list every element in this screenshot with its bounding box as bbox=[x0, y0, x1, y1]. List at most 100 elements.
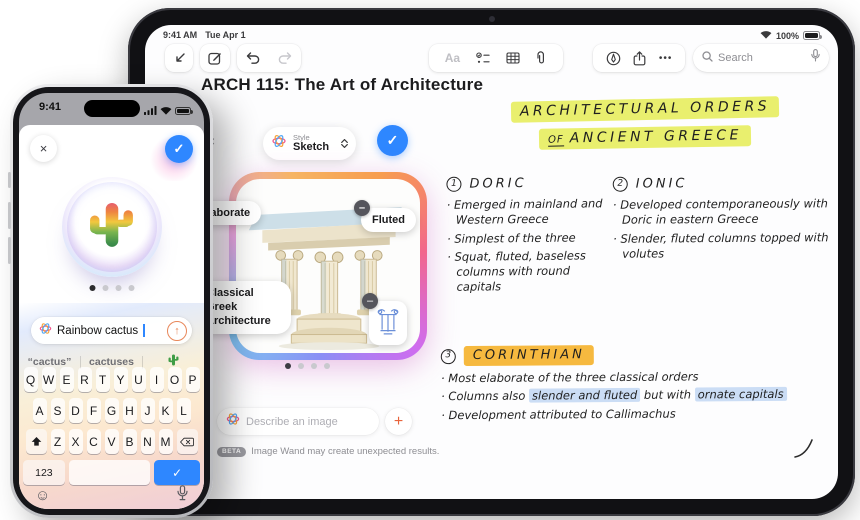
ionic-bullet: · Developed contemporaneously with Doric… bbox=[613, 196, 833, 228]
add-suggestion-button[interactable]: + bbox=[385, 408, 412, 435]
blue-highlight: slender and fluted bbox=[529, 388, 640, 403]
wand-confirm-button[interactable]: ✓ bbox=[377, 125, 408, 156]
corinthian-section: 3 CORINTHIAN · Most elaborate of the thr… bbox=[441, 344, 794, 426]
iphone-device: 9:41 × ✓ bbox=[10, 84, 213, 518]
note-title: ARCH 115: The Art of Architecture bbox=[201, 75, 483, 95]
generated-emoji-bubble bbox=[62, 177, 162, 277]
search-icon bbox=[702, 49, 713, 67]
shift-key[interactable] bbox=[26, 429, 47, 454]
style-value: Sketch bbox=[293, 142, 329, 154]
image-playground-sheet: × ✓ bbox=[19, 125, 204, 509]
playground-prompt-input[interactable]: Rainbow cactus ↑ bbox=[31, 317, 192, 344]
key-y[interactable]: Y bbox=[114, 367, 128, 392]
image-playground-icon bbox=[39, 322, 52, 340]
space-key[interactable] bbox=[69, 460, 151, 485]
corinthian-bullet: · Development attributed to Callimachus bbox=[441, 405, 793, 423]
compose-button[interactable] bbox=[200, 44, 230, 72]
submit-prompt-button[interactable]: ↑ bbox=[167, 321, 187, 341]
table-icon[interactable] bbox=[506, 52, 520, 64]
key-f[interactable]: F bbox=[87, 398, 101, 423]
key-c[interactable]: C bbox=[87, 429, 101, 454]
key-j[interactable]: J bbox=[141, 398, 155, 423]
key-m[interactable]: M bbox=[159, 429, 173, 454]
style-selector[interactable]: Style Sketch bbox=[263, 127, 356, 160]
format-toolbar-group: Aa bbox=[429, 44, 563, 72]
key-i[interactable]: I bbox=[150, 367, 164, 392]
heading-of: of bbox=[548, 134, 564, 146]
key-b[interactable]: B bbox=[123, 429, 137, 454]
redo-icon[interactable] bbox=[278, 52, 292, 64]
more-icon[interactable]: ••• bbox=[659, 53, 673, 64]
key-u[interactable]: U bbox=[132, 367, 146, 392]
tools-toolbar-group: ••• bbox=[593, 44, 685, 72]
tag-fluted[interactable]: – Fluted bbox=[361, 208, 416, 232]
ipad-device: 9:41 AM Tue Apr 1 100% bbox=[128, 8, 855, 516]
wifi-icon bbox=[760, 30, 772, 41]
key-e[interactable]: E bbox=[60, 367, 74, 392]
minimize-note-button[interactable] bbox=[165, 44, 193, 72]
key-h[interactable]: H bbox=[123, 398, 137, 423]
emoji-keyboard-icon[interactable]: ☺ bbox=[35, 487, 50, 504]
remove-tag-icon[interactable]: – bbox=[362, 293, 378, 309]
format-text-button[interactable]: Aa bbox=[445, 51, 460, 65]
search-input[interactable]: Search bbox=[693, 44, 829, 72]
mic-icon[interactable] bbox=[177, 485, 188, 505]
key-z[interactable]: Z bbox=[51, 429, 65, 454]
attachment-icon[interactable] bbox=[535, 51, 547, 65]
page-curl-icon[interactable] bbox=[793, 437, 815, 464]
dictation-icon[interactable] bbox=[811, 49, 820, 67]
keyboard-row-1: Q W E R T Y U I O P bbox=[23, 367, 200, 392]
share-icon[interactable] bbox=[633, 51, 646, 66]
beta-text: Image Wand may create unexpected results… bbox=[251, 446, 439, 457]
keyboard-footer: ☺ bbox=[35, 485, 188, 505]
ipad-date: Tue Apr 1 bbox=[205, 30, 246, 40]
cellular-signal-icon bbox=[144, 102, 157, 120]
key-s[interactable]: S bbox=[51, 398, 65, 423]
playground-page-dots[interactable] bbox=[89, 285, 134, 291]
circled-number-3: 3 bbox=[441, 349, 456, 364]
chevron-up-down-icon bbox=[341, 139, 348, 148]
volume-down-button bbox=[8, 237, 11, 264]
doric-section: 1 DORIC · Emerged in mainland and Wester… bbox=[446, 174, 615, 298]
describe-image-placeholder: Describe an image bbox=[246, 416, 338, 428]
key-a[interactable]: A bbox=[33, 398, 47, 423]
key-o[interactable]: O bbox=[168, 367, 182, 392]
return-key[interactable]: ✓ bbox=[154, 460, 200, 485]
key-q[interactable]: Q bbox=[24, 367, 38, 392]
playground-close-button[interactable]: × bbox=[30, 135, 57, 162]
ipad-status-right: 100% bbox=[760, 30, 820, 41]
corinthian-bullet: · Columns also slender and fluted but wi… bbox=[441, 387, 793, 405]
numbers-key[interactable]: 123 bbox=[23, 460, 65, 485]
key-n[interactable]: N bbox=[141, 429, 155, 454]
key-x[interactable]: X bbox=[69, 429, 83, 454]
key-r[interactable]: R bbox=[78, 367, 92, 392]
volume-up-button bbox=[8, 202, 11, 229]
key-l[interactable]: L bbox=[177, 398, 191, 423]
wand-page-dots[interactable] bbox=[285, 363, 330, 369]
remove-tag-icon[interactable]: – bbox=[354, 200, 370, 216]
capital-sketch-icon bbox=[375, 306, 401, 341]
corinthian-bullet: · Most elaborate of the three classical … bbox=[441, 369, 793, 387]
key-t[interactable]: T bbox=[96, 367, 110, 392]
image-playground-icon bbox=[226, 412, 240, 431]
ipad-status-bar: 9:41 AM Tue Apr 1 bbox=[163, 30, 246, 40]
markup-icon[interactable] bbox=[606, 51, 621, 66]
key-v[interactable]: V bbox=[105, 429, 119, 454]
tag-capital-sketch-thumbnail[interactable]: – bbox=[369, 301, 407, 345]
dynamic-island bbox=[84, 100, 140, 117]
checklist-icon[interactable] bbox=[476, 52, 490, 65]
key-w[interactable]: W bbox=[42, 367, 56, 392]
key-k[interactable]: K bbox=[159, 398, 173, 423]
backspace-key[interactable] bbox=[177, 429, 198, 454]
key-p[interactable]: P bbox=[186, 367, 200, 392]
key-d[interactable]: D bbox=[69, 398, 83, 423]
key-g[interactable]: G bbox=[105, 398, 119, 423]
iphone-status-icons bbox=[144, 102, 191, 120]
describe-image-input[interactable]: Describe an image bbox=[217, 408, 379, 435]
handwritten-heading-1: ARCHITECTURAL ORDERS bbox=[445, 97, 838, 121]
doric-bullet: · Emerged in mainland and Western Greece bbox=[447, 196, 615, 228]
iphone-clock: 9:41 bbox=[39, 101, 61, 113]
undo-icon[interactable] bbox=[246, 52, 260, 64]
playground-confirm-button[interactable]: ✓ bbox=[165, 135, 193, 163]
keyboard-row-2: A S D F G H J K L bbox=[23, 398, 200, 423]
